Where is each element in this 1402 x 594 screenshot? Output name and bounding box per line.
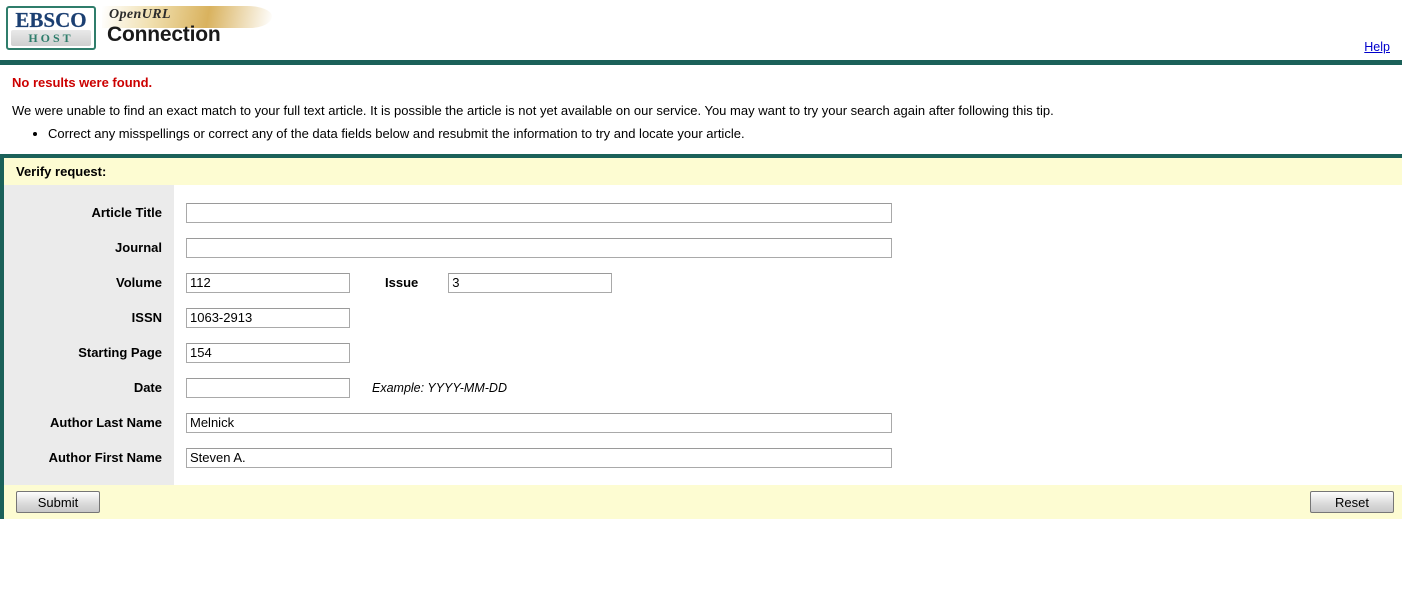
issn-input[interactable] xyxy=(186,307,350,328)
row-article-title xyxy=(174,195,1402,230)
ebscohost-logo-icon: EBSCO HOST xyxy=(6,6,96,50)
row-author-first-name xyxy=(174,440,1402,475)
tips-list: Correct any misspellings or correct any … xyxy=(12,125,1390,143)
row-starting-page xyxy=(174,335,1402,370)
row-volume-issue: Issue xyxy=(174,265,1402,300)
openurl-text: OpenURL xyxy=(109,7,171,22)
row-date: Example: YYYY-MM-DD xyxy=(174,370,1402,405)
form-footer: Submit Reset xyxy=(4,485,1402,519)
error-title: No results were found. xyxy=(12,75,153,90)
starting-page-input[interactable] xyxy=(186,342,350,363)
label-issn: ISSN xyxy=(131,310,162,325)
help-link[interactable]: Help xyxy=(1364,40,1390,54)
label-journal: Journal xyxy=(115,240,162,255)
verify-request-panel: Verify request: Article Title Journal Vo… xyxy=(0,154,1402,519)
date-format-hint: Example: YYYY-MM-DD xyxy=(372,380,507,395)
date-input[interactable] xyxy=(186,377,350,398)
label-author-first-name: Author First Name xyxy=(48,450,162,465)
form-body: Article Title Journal Volume ISSN Starti… xyxy=(4,185,1402,485)
brand-logo: EBSCO HOST OpenURL Connection xyxy=(6,6,292,52)
article-title-input[interactable] xyxy=(186,202,892,223)
volume-input[interactable] xyxy=(186,272,350,293)
panel-title: Verify request: xyxy=(4,158,1402,185)
submit-button[interactable]: Submit xyxy=(16,491,100,513)
label-author-last-name: Author Last Name xyxy=(50,415,162,430)
label-date: Date xyxy=(133,380,162,395)
host-wordmark: HOST xyxy=(11,30,91,46)
author-last-name-input[interactable] xyxy=(186,412,892,433)
form-field-column: Issue Example: YYYY-MM-DD xyxy=(174,185,1402,485)
label-volume: Volume xyxy=(116,275,162,290)
connection-text: Connection xyxy=(107,23,221,46)
ebsco-wordmark: EBSCO xyxy=(15,8,87,32)
issue-input[interactable] xyxy=(448,272,613,293)
label-issue: Issue xyxy=(385,275,419,290)
page-header: EBSCO HOST OpenURL Connection Help xyxy=(0,0,1402,60)
error-explanation: We were unable to find an exact match to… xyxy=(12,103,1054,118)
row-author-last-name xyxy=(174,405,1402,440)
author-first-name-input[interactable] xyxy=(186,447,892,468)
form-label-column: Article Title Journal Volume ISSN Starti… xyxy=(4,185,174,485)
row-journal xyxy=(174,230,1402,265)
label-starting-page: Starting Page xyxy=(78,345,162,360)
reset-button[interactable]: Reset xyxy=(1310,491,1394,513)
label-article-title: Article Title xyxy=(91,205,162,220)
product-wordmark: OpenURL Connection xyxy=(102,6,292,52)
journal-input[interactable] xyxy=(186,237,892,258)
row-issn xyxy=(174,300,1402,335)
message-area: No results were found. We were unable to… xyxy=(0,65,1402,143)
list-item: Correct any misspellings or correct any … xyxy=(48,125,1390,143)
